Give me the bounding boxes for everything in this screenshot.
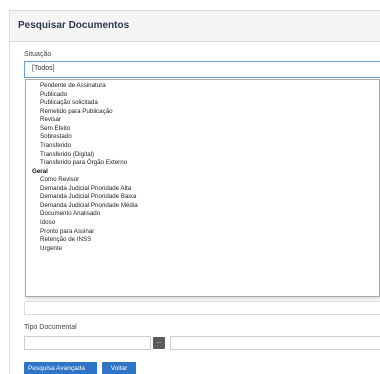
dropdown-option[interactable]: Idoso <box>26 219 379 228</box>
dropdown-option[interactable]: Remetido para Publicação <box>26 108 379 117</box>
situacao-label: Situação <box>24 51 52 58</box>
hidden-field[interactable] <box>24 301 380 315</box>
dropdown-option[interactable]: Documento Analisado <box>26 210 379 219</box>
dropdown-option[interactable]: Revisar <box>26 116 379 125</box>
dropdown-option[interactable]: Sobrestado <box>26 133 379 142</box>
situacao-select[interactable]: [Todos] <box>24 61 380 78</box>
tipo-documental-description-input[interactable] <box>170 336 380 350</box>
dropdown-option[interactable]: Retenção de INSS <box>26 236 379 245</box>
tipo-documental-label: Tipo Documental <box>24 324 77 331</box>
tipo-documental-code-input[interactable] <box>24 336 151 350</box>
advanced-search-button[interactable]: Pesquisa Avançada <box>24 362 97 374</box>
panel-title: Pesquisar Documentos <box>10 11 380 42</box>
tipo-documental-lookup-button[interactable]: ... <box>153 337 165 349</box>
situacao-options: Pendente de Assinatura Publicado Publicaçã… <box>26 80 379 253</box>
dropdown-option[interactable]: Urgente <box>26 245 379 254</box>
dropdown-option[interactable]: Demanda Judicial Prioridade Média <box>26 202 379 211</box>
dropdown-option[interactable]: Pronto para Assinar <box>26 228 379 237</box>
dropdown-option[interactable]: Demanda Judicial Prioridade Alta <box>26 185 379 194</box>
back-button[interactable]: Voltar <box>102 362 136 374</box>
dropdown-option[interactable]: Transferido <box>26 142 379 151</box>
dropdown-option[interactable]: Publicado <box>26 91 379 100</box>
dropdown-option[interactable]: Demanda Judicial Prioridade Baixa <box>26 193 379 202</box>
dropdown-option[interactable]: Sem Efeito <box>26 125 379 134</box>
dropdown-option[interactable]: Transferido para Órgão Externo <box>26 159 379 168</box>
dropdown-option[interactable]: Pendente de Assinatura <box>26 82 379 91</box>
option-group-header: Geral <box>32 167 48 175</box>
dropdown-option[interactable]: Transferido (Digital) <box>26 151 379 160</box>
dropdown-option[interactable]: Como Revisor <box>26 176 379 185</box>
situacao-dropdown-list[interactable]: Pendente de Assinatura Publicado Publicaçã… <box>25 79 380 297</box>
dropdown-option[interactable]: Publicação solicitada <box>26 99 379 108</box>
